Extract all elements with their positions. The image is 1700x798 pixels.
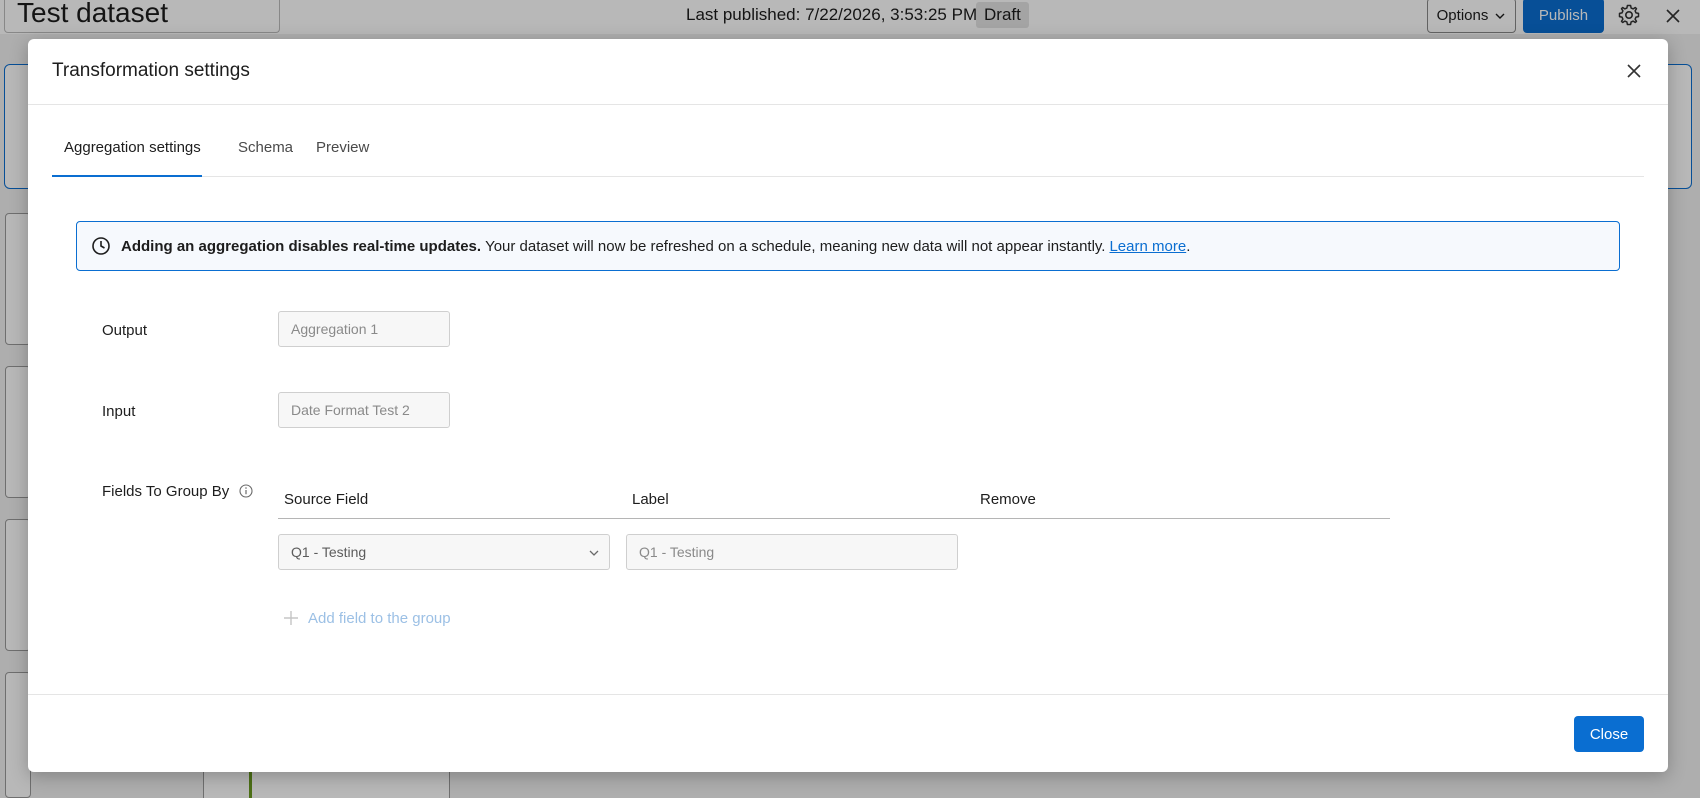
add-field-button[interactable]: Add field to the group bbox=[282, 609, 451, 627]
alert-trailing: . bbox=[1186, 237, 1191, 255]
output-label: Output bbox=[102, 322, 148, 339]
plus-icon bbox=[284, 611, 298, 625]
info-alert: Adding an aggregation disables real-time… bbox=[76, 221, 1620, 271]
input-label: Input bbox=[102, 403, 136, 420]
source-field-select[interactable]: Q1 - Testing bbox=[278, 534, 610, 570]
tab-bar: Aggregation settings Schema Preview bbox=[52, 135, 1644, 177]
tab-schema[interactable]: Schema bbox=[238, 135, 293, 177]
alert-bold-text: Adding an aggregation disables real-time… bbox=[121, 237, 482, 255]
alert-text: Your dataset will now be refreshed on a … bbox=[485, 237, 1106, 255]
group-by-label-text: Fields To Group By bbox=[102, 483, 230, 500]
tab-preview[interactable]: Preview bbox=[316, 135, 369, 177]
close-icon[interactable] bbox=[1623, 60, 1645, 82]
clock-icon bbox=[92, 237, 110, 255]
close-button[interactable]: Close bbox=[1574, 716, 1644, 752]
source-field-value: Q1 - Testing bbox=[291, 544, 367, 560]
modal-title: Transformation settings bbox=[52, 60, 250, 81]
modal-footer: Close bbox=[28, 694, 1668, 772]
modal-header: Transformation settings bbox=[28, 39, 1668, 105]
chevron-down-icon bbox=[589, 550, 599, 556]
column-header-remove: Remove bbox=[980, 491, 1036, 508]
add-field-label: Add field to the group bbox=[308, 609, 451, 627]
output-input[interactable]: Aggregation 1 bbox=[278, 311, 450, 347]
group-by-label: Fields To Group By bbox=[102, 483, 254, 500]
column-header-label: Label bbox=[632, 491, 669, 508]
transformation-settings-modal: Transformation settings Aggregation sett… bbox=[28, 39, 1668, 772]
label-input[interactable]: Q1 - Testing bbox=[626, 534, 958, 570]
group-by-table-header: Source Field Label Remove bbox=[278, 477, 1390, 519]
learn-more-link[interactable]: Learn more bbox=[1109, 238, 1186, 255]
input-field[interactable]: Date Format Test 2 bbox=[278, 392, 450, 428]
info-icon[interactable] bbox=[239, 484, 254, 498]
tab-aggregation-settings[interactable]: Aggregation settings bbox=[52, 135, 202, 177]
column-header-source-field: Source Field bbox=[284, 491, 369, 508]
